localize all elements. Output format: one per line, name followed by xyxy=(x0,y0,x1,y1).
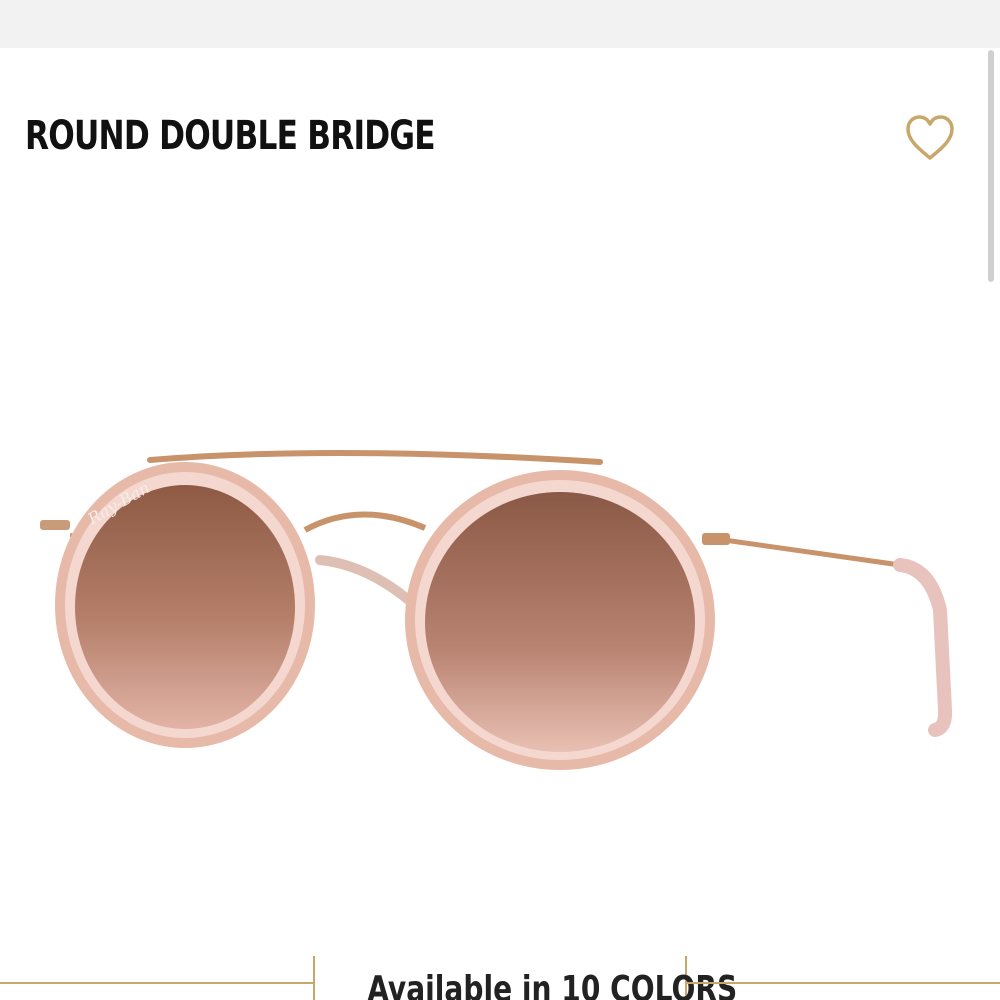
divider-right xyxy=(687,982,1000,984)
product-title: ROUND DOUBLE BRIDGE xyxy=(25,113,436,159)
nose-bridge xyxy=(303,511,427,533)
wishlist-button[interactable] xyxy=(900,108,960,168)
scrollbar[interactable] xyxy=(988,50,994,282)
right-lens xyxy=(425,492,695,752)
top-bridge xyxy=(147,449,603,465)
temple-tip xyxy=(893,558,953,737)
nose-pad-arm xyxy=(315,555,423,613)
divider-left xyxy=(0,982,313,984)
colors-link[interactable]: Available in 10 COLORS xyxy=(313,956,737,1000)
top-bar xyxy=(0,0,1000,48)
available-colors-label: Available in 10 COLORS xyxy=(367,969,738,1000)
colors-section: Available in 10 COLORS xyxy=(0,950,1000,1000)
right-hinge xyxy=(702,533,730,545)
near-temple xyxy=(709,535,901,568)
left-hinge xyxy=(40,520,70,530)
sunglasses-product-image: Ray-Ban xyxy=(40,449,953,770)
product-page: ROUND DOUBLE BRIDGE Ray-Ban Available in… xyxy=(0,0,1000,1000)
heart-icon xyxy=(906,115,954,160)
left-lens xyxy=(75,485,295,729)
